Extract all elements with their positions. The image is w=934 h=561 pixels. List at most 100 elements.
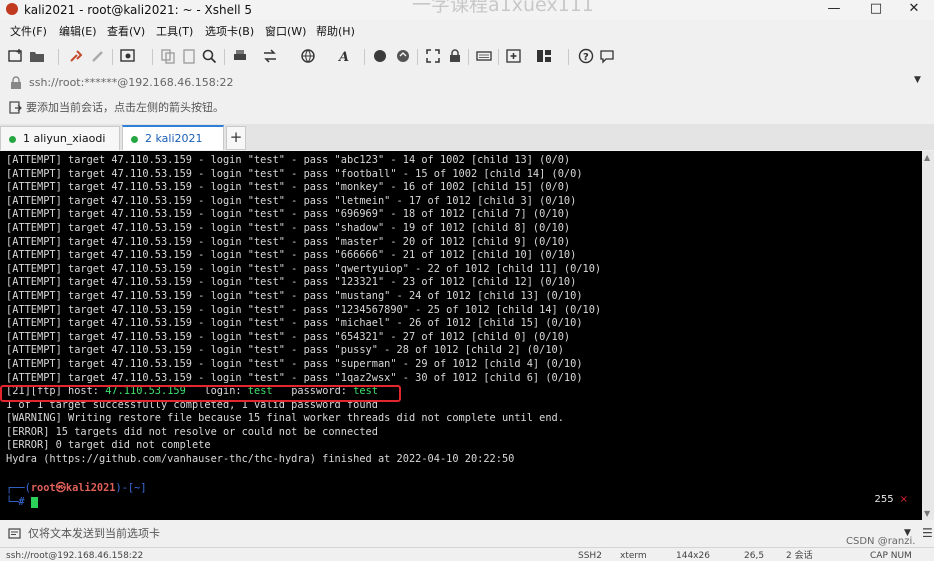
print-icon[interactable] (232, 48, 248, 64)
terminal-line: [ATTEMPT] target 47.110.53.159 - login "… (6, 194, 577, 207)
connected-status-icon (9, 136, 16, 143)
address-bar[interactable]: ssh://root:******@192.168.46.158:22 ▼ (0, 72, 934, 94)
menu-bar: 文件(F) 编辑(E) 查看(V) 工具(T) 选项卡(B) 窗口(W) 帮助(… (0, 22, 934, 42)
compose-bar[interactable]: 仅将文本发送到当前选项卡 ▼ ☰ (0, 524, 934, 544)
compose-input[interactable]: 仅将文本发送到当前选项卡 (28, 526, 160, 542)
terminal-line: [ATTEMPT] target 47.110.53.159 - login "… (6, 344, 564, 357)
tab-strip: 1 aliyun_xiaodi 2 kali2021 + (0, 124, 934, 150)
terminal-line: [ATTEMPT] target 47.110.53.159 - login "… (6, 371, 583, 384)
terminal[interactable]: [ATTEMPT] target 47.110.53.159 - login "… (0, 151, 922, 520)
address-text[interactable]: ssh://root:******@192.168.46.158:22 (29, 75, 234, 91)
terminal-line: [ATTEMPT] target 47.110.53.159 - login "… (6, 289, 583, 302)
fullscreen-icon[interactable] (425, 48, 441, 64)
menu-tabs[interactable]: 选项卡(B) (205, 24, 254, 40)
highlight-box (0, 385, 401, 402)
menu-window[interactable]: 窗口(W) (265, 24, 306, 40)
menu-tools[interactable]: 工具(T) (156, 24, 193, 40)
xagent-icon[interactable] (395, 48, 411, 64)
open-folder-icon[interactable] (29, 48, 45, 64)
toolbar-divider (498, 49, 499, 65)
prompt-user: root㉿kali2021 (30, 482, 116, 494)
status-connection: ssh://root@192.168.46.158:22 (6, 551, 144, 561)
terminal-line: [ATTEMPT] target 47.110.53.159 - login "… (6, 262, 602, 275)
transfer-icon[interactable] (262, 48, 278, 64)
menu-help[interactable]: 帮助(H) (316, 24, 355, 40)
tab-aliyun[interactable]: 1 aliyun_xiaodi (0, 126, 120, 150)
scroll-up-icon[interactable]: ▲ (924, 153, 930, 162)
toolbar-divider (417, 49, 418, 65)
toolbar-divider (112, 49, 113, 65)
maximize-button[interactable]: □ (856, 0, 896, 20)
hint-bar: 要添加当前会话，点击左侧的箭头按钮。 (0, 98, 934, 118)
terminal-line: [ATTEMPT] target 47.110.53.159 - login "… (6, 154, 571, 166)
terminal-line: [ATTEMPT] target 47.110.53.159 - login "… (6, 235, 571, 248)
prompt-open: ┌──( (6, 482, 31, 494)
globe-icon[interactable] (300, 48, 316, 64)
terminal-line: [ERROR] 15 targets did not resolve or co… (6, 425, 378, 438)
toolbar-divider (58, 49, 59, 65)
prompt-path: )-[~] (115, 482, 147, 494)
lock-icon[interactable] (447, 48, 463, 64)
status-size: 144x26 (676, 551, 710, 561)
vertical-scrollbar[interactable]: ▲ ▼ (922, 151, 934, 520)
terminal-line: Hydra (https://github.com/vanhauser-thc/… (6, 453, 515, 466)
status-keys: CAP NUM (870, 551, 912, 561)
close-icon[interactable]: × (900, 494, 908, 505)
help-icon[interactable]: ? (578, 48, 594, 64)
menu-file[interactable]: 文件(F) (10, 24, 47, 40)
terminal-line: [WARNING] Writing restore file because 1… (6, 412, 564, 425)
font-icon[interactable]: A (338, 48, 354, 64)
line-count: 255 × (875, 494, 908, 505)
terminal-line: [ATTEMPT] target 47.110.53.159 - login "… (6, 181, 571, 194)
terminal-output: [ATTEMPT] target 47.110.53.159 - login "… (6, 154, 601, 467)
find-icon[interactable] (201, 48, 217, 64)
terminal-line: [ATTEMPT] target 47.110.53.159 - login "… (6, 330, 571, 343)
hint-text: 要添加当前会话，点击左侧的箭头按钮。 (26, 101, 224, 114)
tab-kali2021[interactable]: 2 kali2021 (122, 125, 224, 150)
terminal-line: [ATTEMPT] target 47.110.53.159 - login "… (6, 221, 571, 234)
disconnect-icon[interactable] (90, 48, 106, 64)
prompt-input-line: └─# (6, 495, 38, 509)
line-count-value: 255 (874, 494, 894, 505)
add-session-arrow-icon[interactable] (9, 101, 22, 114)
chat-icon[interactable] (599, 48, 615, 64)
xshell-logo-icon (6, 3, 18, 15)
status-bar: ssh://root@192.168.46.158:22 SSH2 xterm … (0, 547, 934, 561)
connect-icon[interactable] (68, 48, 84, 64)
add-tab-button[interactable]: + (226, 126, 246, 150)
close-window-button[interactable]: ✕ (894, 0, 934, 20)
watermark: 一字课程a1xuex111 (412, 0, 594, 16)
menu-view[interactable]: 查看(V) (107, 24, 145, 40)
new-session-icon[interactable] (8, 48, 24, 64)
terminal-line: [ATTEMPT] target 47.110.53.159 - login "… (6, 167, 583, 180)
menu-edit[interactable]: 编辑(E) (59, 24, 97, 40)
cursor (30, 496, 38, 508)
scroll-down-icon[interactable]: ▼ (924, 509, 930, 518)
csdn-watermark: CSDN @ranzi. (846, 536, 916, 547)
copy-icon[interactable] (160, 48, 176, 64)
menu-icon[interactable]: ☰ (922, 526, 933, 540)
lock-icon (11, 76, 21, 89)
terminal-line: [ATTEMPT] target 47.110.53.159 - login "… (6, 357, 583, 370)
keyboard-icon[interactable] (476, 48, 492, 64)
layout-icon[interactable] (536, 48, 552, 64)
status-protocol: SSH2 (578, 551, 602, 561)
window-title: kali2021 - root@kali2021: ~ - Xshell 5 (24, 3, 253, 17)
new-tab-icon[interactable] (506, 48, 522, 64)
terminal-line: [ATTEMPT] target 47.110.53.159 - login "… (6, 317, 583, 330)
svg-text:A: A (338, 50, 349, 64)
prompt-second: └─# (6, 496, 31, 508)
toolbar: A ? (0, 44, 934, 70)
tab-label: 1 aliyun_xiaodi (23, 132, 106, 145)
terminal-line: [ERROR] 0 target did not complete (6, 439, 211, 452)
terminal-line: [ATTEMPT] target 47.110.53.159 - login "… (6, 303, 602, 316)
session-properties-icon[interactable] (120, 48, 136, 64)
minimize-button[interactable]: — (814, 0, 854, 20)
toolbar-divider (224, 49, 225, 65)
status-terminal: xterm (620, 551, 647, 561)
terminal-line: [ATTEMPT] target 47.110.53.159 - login "… (6, 249, 577, 262)
chevron-down-icon[interactable]: ▼ (914, 75, 921, 85)
compose-icon[interactable] (8, 527, 21, 540)
paste-icon[interactable] (181, 48, 197, 64)
xftp-icon[interactable] (372, 48, 388, 64)
